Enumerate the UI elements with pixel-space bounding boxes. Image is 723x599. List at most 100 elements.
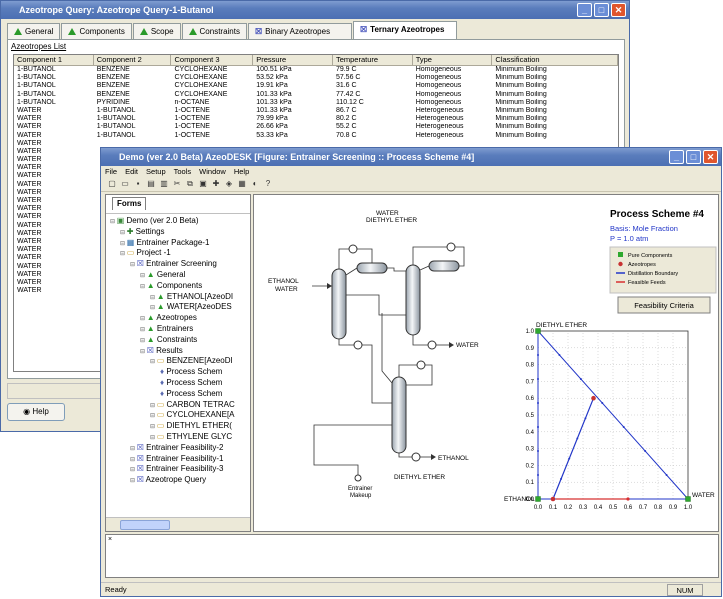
- package-icon[interactable]: ◈: [224, 179, 234, 189]
- output-pane[interactable]: ×: [105, 534, 719, 578]
- table-row[interactable]: WATER 1-BUTANOL 1-OCTENE 26.66 kPa 55.2 C Het…: [14, 123, 618, 131]
- minimize-button[interactable]: _: [669, 150, 684, 164]
- expand-icon[interactable]: ⊟: [130, 478, 137, 484]
- tree-node[interactable]: ⊟ ▲ Entrainers: [140, 324, 193, 335]
- tab-ternary-azeotropes[interactable]: ☒ Ternary Azeotropes: [352, 21, 457, 39]
- open-icon[interactable]: ▭: [120, 179, 130, 189]
- save-icon[interactable]: ▪: [133, 179, 143, 189]
- table-row[interactable]: 1-BUTANOL BENZENE CYCLOHEXANE 101.33 kPa 77.…: [14, 91, 618, 99]
- maximize-button[interactable]: □: [686, 150, 701, 164]
- tree-node[interactable]: ⊟ ▭ CARBON TETRAC: [150, 400, 235, 411]
- table-row[interactable]: 1-BUTANOL BENZENE CYCLOHEXANE 19.91 kPa 31.6…: [14, 82, 618, 90]
- help-icon[interactable]: ?: [263, 179, 273, 189]
- expand-icon[interactable]: ⊟: [120, 230, 127, 236]
- minimize-button[interactable]: _: [577, 3, 592, 17]
- tree-node[interactable]: ⊟ ☒ Azeotrope Query: [130, 475, 206, 486]
- tree-node[interactable]: ♦ Process Schem: [160, 367, 222, 378]
- expand-icon[interactable]: ⊟: [110, 219, 117, 225]
- copy-icon[interactable]: ⧉: [185, 179, 195, 189]
- close-button[interactable]: ✕: [611, 3, 626, 17]
- menu-item-edit[interactable]: Edit: [125, 166, 138, 177]
- expand-icon[interactable]: ⊟: [140, 284, 147, 290]
- tree-node[interactable]: ⊟ ▲ Constraints: [140, 335, 197, 346]
- table-row[interactable]: 1-BUTANOL BENZENE CYCLOHEXANE 53.52 kPa 57.5…: [14, 74, 618, 82]
- expand-icon[interactable]: ⊟: [130, 262, 137, 268]
- component-icon[interactable]: ✚: [211, 179, 221, 189]
- tree-node[interactable]: ⊟ ✚ Settings: [120, 227, 165, 238]
- expand-icon[interactable]: ⊟: [120, 251, 127, 257]
- color-icon[interactable]: ◐: [250, 179, 260, 189]
- expand-icon[interactable]: ⊟: [150, 413, 157, 419]
- close-button[interactable]: ✕: [703, 150, 718, 164]
- tree-node[interactable]: ⊟ ▲ Components: [140, 281, 202, 292]
- expand-icon[interactable]: ⊟: [130, 467, 137, 473]
- print-icon[interactable]: ▤: [146, 179, 156, 189]
- tree-node[interactable]: ⊟ ▭ ETHYLENE GLYC: [150, 432, 232, 443]
- column-header[interactable]: Component 1: [14, 55, 94, 65]
- column-header[interactable]: Classification: [492, 55, 618, 65]
- tree-node[interactable]: ⊟ ▲ ETHANOL[AzeoDI: [150, 292, 233, 303]
- project-tree[interactable]: ⊟ ▣ Demo (ver 2.0 Beta) ⊟ ✚ Settings ⊟ ▦ E…: [106, 213, 250, 515]
- expand-icon[interactable]: ⊟: [150, 305, 157, 311]
- expand-icon[interactable]: ⊟: [150, 295, 157, 301]
- tree-node[interactable]: ⊟ ☒ Entrainer Feasibility-1: [130, 454, 223, 465]
- expand-icon[interactable]: ⊟: [130, 457, 137, 463]
- tree-node[interactable]: ⊟ ☒ Results: [140, 346, 183, 357]
- tree-node[interactable]: ⊟ ▭ Project -1: [120, 248, 171, 259]
- table-row[interactable]: 1-BUTANOL PYRIDINE n-OCTANE 101.33 kPa 110.1…: [14, 99, 618, 107]
- tree-node[interactable]: ⊟ ▲ General: [140, 270, 185, 281]
- tree-node[interactable]: ⊟ ▣ Demo (ver 2.0 Beta): [110, 216, 199, 227]
- tab-binary-azeotropes[interactable]: ☒ Binary Azeotropes: [247, 23, 352, 39]
- menu-item-window[interactable]: Window: [199, 166, 226, 177]
- column-header[interactable]: Component 2: [94, 55, 172, 65]
- tree-node[interactable]: ⊟ ▭ DIETHYL ETHER(: [150, 421, 232, 432]
- tree-node[interactable]: ⊟ ▲ Azeotropes: [140, 313, 197, 324]
- tree-node[interactable]: ⊟ ▭ CYCLOHEXANE[A: [150, 410, 235, 421]
- scroll-thumb[interactable]: [120, 520, 170, 530]
- expand-icon[interactable]: ⊟: [140, 338, 147, 344]
- tab-forms[interactable]: Forms: [112, 197, 147, 210]
- expand-icon[interactable]: ⊟: [140, 349, 147, 355]
- column-header[interactable]: Temperature: [333, 55, 413, 65]
- menu-item-file[interactable]: File: [105, 166, 117, 177]
- column-header[interactable]: Component 3: [171, 55, 254, 65]
- expand-icon[interactable]: ⊟: [140, 327, 147, 333]
- output-close-icon[interactable]: ×: [108, 536, 112, 543]
- horizontal-scrollbar[interactable]: [106, 517, 250, 531]
- tab-scope[interactable]: Scope: [132, 23, 181, 39]
- tree-node[interactable]: ⊟ ▲ WATER[AzeoDES: [150, 302, 232, 313]
- database-icon[interactable]: ▦: [237, 179, 247, 189]
- tab-general[interactable]: General: [7, 23, 61, 39]
- tree-node[interactable]: ⊟ ☒ Entrainer Feasibility-3: [130, 464, 223, 475]
- new-icon[interactable]: ▢: [107, 179, 117, 189]
- expand-icon[interactable]: ⊟: [140, 273, 147, 279]
- menu-item-help[interactable]: Help: [234, 166, 249, 177]
- tree-node[interactable]: ♦ Process Schem: [160, 389, 222, 400]
- expand-icon[interactable]: ⊟: [120, 241, 127, 247]
- expand-icon[interactable]: ⊟: [140, 316, 147, 322]
- paste-icon[interactable]: ▣: [198, 179, 208, 189]
- column-header[interactable]: Type: [413, 55, 493, 65]
- menu-item-tools[interactable]: Tools: [174, 166, 192, 177]
- expand-icon[interactable]: ⊟: [150, 424, 157, 430]
- expand-icon[interactable]: ⊟: [130, 446, 137, 452]
- tree-node[interactable]: ⊟ ▭ BENZENE[AzeoDI: [150, 356, 233, 367]
- tree-node[interactable]: ♦ Process Schem: [160, 378, 222, 389]
- table-row[interactable]: WATER 1-BUTANOL 1-OCTENE 101.33 kPa 86.7 C He…: [14, 107, 618, 115]
- table-row[interactable]: 1-BUTANOL BENZENE CYCLOHEXANE 100.51 kPa 79.…: [14, 66, 618, 74]
- table-row[interactable]: WATER 1-BUTANOL 1-OCTENE 53.33 kPa 70.8 C Het…: [14, 132, 618, 140]
- maximize-button[interactable]: □: [594, 3, 609, 17]
- table-row[interactable]: WATER 1-BUTANOL 1-OCTENE 79.99 kPa 80.2 C Het…: [14, 115, 618, 123]
- print-preview-icon[interactable]: ▥: [159, 179, 169, 189]
- expand-icon[interactable]: ⊟: [150, 435, 157, 441]
- expand-icon[interactable]: ⊟: [150, 359, 157, 365]
- help-button[interactable]: ◉ Help: [7, 403, 65, 421]
- tree-node[interactable]: ⊟ ☒ Entrainer Screening: [130, 259, 217, 270]
- tree-node[interactable]: ⊟ ▦ Entrainer Package-1: [120, 238, 209, 249]
- column-header[interactable]: Pressure: [253, 55, 333, 65]
- cut-icon[interactable]: ✂: [172, 179, 182, 189]
- tab-components[interactable]: Components: [61, 23, 132, 39]
- tree-node[interactable]: ⊟ ☒ Entrainer Feasibility-2: [130, 443, 223, 454]
- expand-icon[interactable]: ⊟: [150, 403, 157, 409]
- tab-constraints[interactable]: Constraints: [181, 23, 247, 39]
